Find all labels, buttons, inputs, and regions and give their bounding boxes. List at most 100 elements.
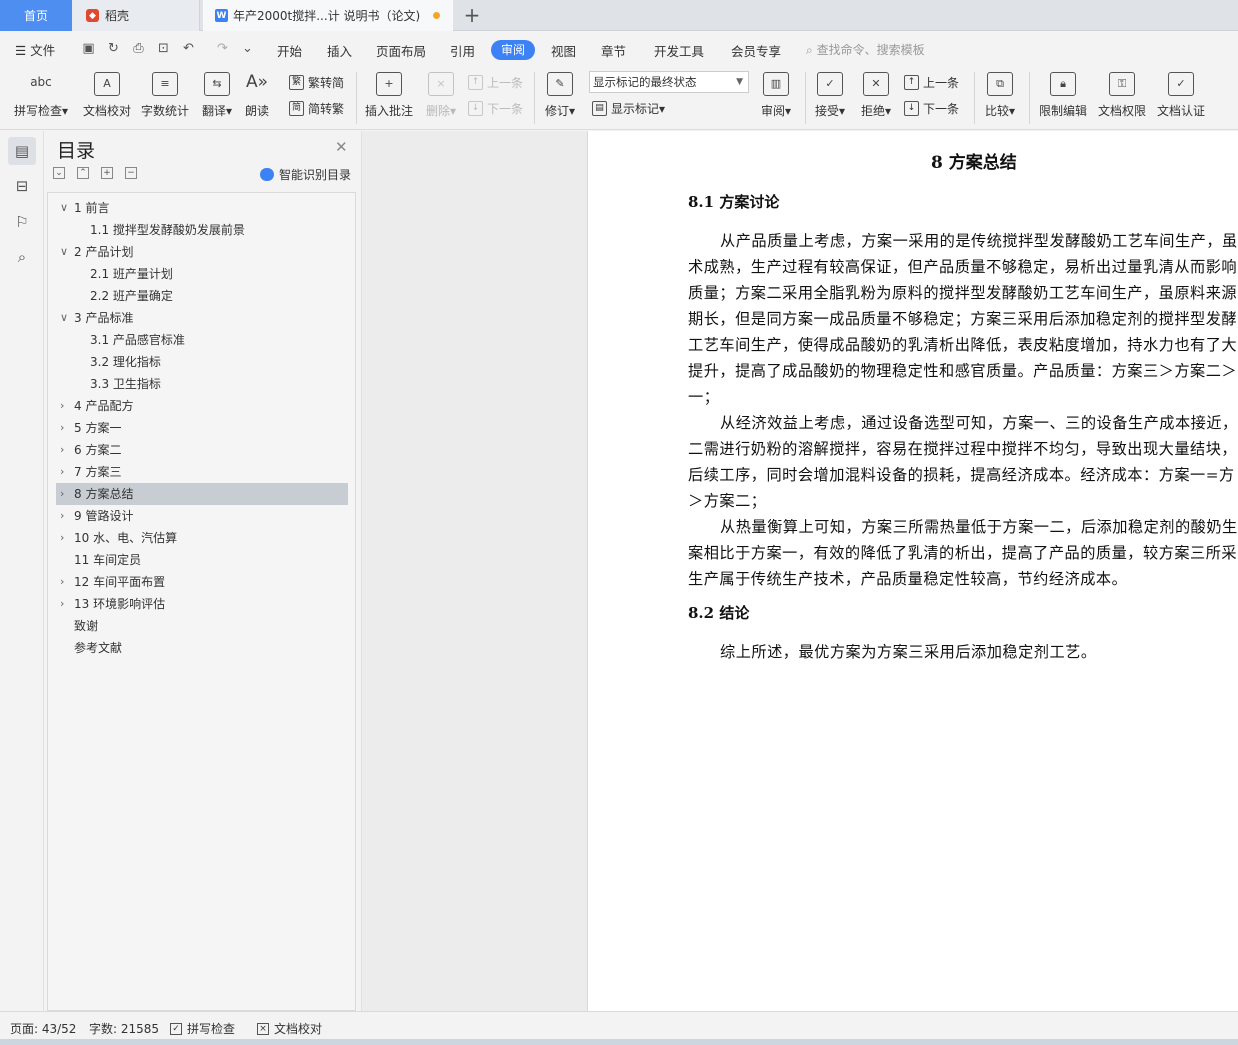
toc-item[interactable]: › 5 方案一 [48,417,348,439]
toc-item[interactable]: 参考文献 [48,637,348,659]
menu-insert[interactable]: 插入 [327,41,352,60]
delete-comment-button[interactable]: × 删除▾ [423,72,459,119]
chevron-right-icon[interactable]: › [60,395,70,417]
collapse-all-icon[interactable]: ⌄ [53,167,65,179]
toc-panel-icon[interactable]: ▤ [8,137,36,165]
revise-button[interactable]: ✎ 修订▾ [541,72,579,119]
toc-item[interactable]: › 7 方案三 [48,461,348,483]
print-preview-icon[interactable]: ⊡ [156,41,171,56]
chevron-right-icon[interactable]: › [60,571,70,593]
remove-level-icon[interactable]: − [125,167,137,179]
smart-toc-button[interactable]: 智能识别目录 [260,166,351,183]
menu-layout[interactable]: 页面布局 [376,41,426,60]
menu-member[interactable]: 会员专享 [731,41,781,60]
menu-review-active[interactable]: 审阅 [491,40,535,60]
toc-item[interactable]: ∨ 3 产品标准 [48,307,348,329]
toc-item[interactable]: › 9 管路设计 [48,505,348,527]
to-traditional-button[interactable]: 繁 繁转简 [289,74,344,91]
chapter-nav-icon[interactable]: ⊟ [8,172,36,200]
word-count-label: 字数统计 [140,104,189,118]
undo-icon[interactable]: ↶ [181,41,196,56]
toc-item[interactable]: › 10 水、电、汽估算 [48,527,348,549]
menu-view[interactable]: 视图 [551,41,576,60]
doc-auth-button[interactable]: ✓ 文档认证 [1155,72,1207,119]
accept-label: 接受 [814,104,839,118]
markup-state-select[interactable]: 显示标记的最终状态 ▼ [589,71,749,93]
tab-doke-label: 稻壳 [105,9,130,23]
command-search[interactable]: ⌕ 查找命令、搜索模板 [806,41,925,58]
save-icon[interactable]: ▣ [81,41,96,56]
chevron-down-icon[interactable]: ∨ [60,197,70,219]
quick-access-more-icon[interactable]: ⌄ [240,41,255,56]
menu-references[interactable]: 引用 [450,41,475,60]
chevron-right-icon[interactable]: › [60,593,70,615]
next-change-label: 下一条 [923,102,960,116]
toc-item[interactable]: › 13 环境影响评估 [48,593,348,615]
chevron-right-icon[interactable]: › [60,461,70,483]
translate-button[interactable]: ⇆ 翻译▾ [198,72,236,119]
next-change-button[interactable]: ↓ 下一条 [904,100,959,117]
review-pane-button[interactable]: ▥ 审阅▾ [758,72,794,119]
toc-item[interactable]: › 12 车间平面布置 [48,571,348,593]
accept-button[interactable]: ✓ 接受▾ [812,72,848,119]
toc-item[interactable]: 致谢 [48,615,348,637]
toc-item-label: 9 管路设计 [74,509,134,523]
toc-item[interactable]: › 8 方案总结 [56,483,348,505]
word-count-indicator[interactable]: 字数: 21585 [89,1020,159,1037]
paragraph-line: ＞方案二； [688,492,767,510]
toc-item[interactable]: 3.3 卫生指标 [48,373,348,395]
toc-item[interactable]: 11 车间定员 [48,549,348,571]
menu-chapter[interactable]: 章节 [601,41,626,60]
restrict-edit-button[interactable]: 🔒︎ 限制编辑 [1037,72,1089,119]
toc-item[interactable]: ∨ 2 产品计划 [48,241,348,263]
add-level-icon[interactable]: + [101,167,113,179]
chevron-down-icon[interactable]: ∨ [60,307,70,329]
prev-comment-button[interactable]: ↑ 上一条 [468,74,523,91]
reject-button[interactable]: ✕ 拒绝▾ [858,72,894,119]
chevron-right-icon[interactable]: › [60,439,70,461]
chevron-right-icon[interactable]: › [60,483,70,505]
tab-document[interactable]: W 年产2000t搅拌...计 说明书（论文) [203,0,453,31]
chevron-right-icon[interactable]: › [60,417,70,439]
to-simplified-button[interactable]: 简 简转繁 [289,100,344,117]
redo-icon[interactable]: ↷ [215,41,230,56]
chevron-right-icon[interactable]: › [60,505,70,527]
insert-comment-button[interactable]: + 插入批注 [363,72,415,119]
chevron-right-icon[interactable]: › [60,527,70,549]
prev-change-button[interactable]: ↑ 上一条 [904,74,959,91]
toc-item[interactable]: › 4 产品配方 [48,395,348,417]
status-spell-check[interactable]: ✓ 拼写检查 [170,1020,235,1037]
compare-button[interactable]: ⧉ 比较▾ [982,72,1018,119]
find-icon[interactable]: ⌕ [8,243,36,271]
page-indicator[interactable]: 页面: 43/52 [10,1020,76,1037]
read-aloud-button[interactable]: A» 朗读 [242,72,272,119]
close-icon[interactable]: ✕ [335,138,348,156]
toc-item[interactable]: ∨ 1 前言 [48,197,348,219]
file-menu[interactable]: ☰ 文件 [15,40,55,59]
tab-doke[interactable]: ◆ 稻壳 [72,0,200,31]
next-comment-button[interactable]: ↓ 下一条 [468,100,523,117]
export-icon[interactable]: ↻ [106,41,121,56]
toc-item[interactable]: › 6 方案二 [48,439,348,461]
toc-item[interactable]: 2.1 班产量计划 [48,263,348,285]
bookmark-icon[interactable]: ⚐ [8,208,36,236]
toc-item[interactable]: 3.2 理化指标 [48,351,348,373]
document-page[interactable]: 8 方案总结 8.1 方案讨论 从产品质量上考虑，方案一采用的是传统搅拌型发酵酸… [587,131,1238,1011]
toc-item[interactable]: 1.1 搅拌型发酵酸奶发展前景 [48,219,348,241]
toc-item[interactable]: 2.2 班产量确定 [48,285,348,307]
doc-proof-button[interactable]: A 文档校对 [80,72,134,119]
word-count-button[interactable]: ≡ 字数统计 [139,72,191,119]
expand-up-icon[interactable]: ⌃ [77,167,89,179]
new-tab-button[interactable]: + [462,3,482,27]
tab-home[interactable]: 首页 [0,0,72,31]
status-doc-proof[interactable]: × 文档校对 [257,1020,322,1037]
doc-permission-button[interactable]: ⚿ 文档权限 [1096,72,1148,119]
reject-label: 拒绝 [860,104,885,118]
menu-developer[interactable]: 开发工具 [654,41,704,60]
spell-check-button[interactable]: abc 拼写检查▾ [11,72,71,119]
menu-home[interactable]: 开始 [277,41,302,60]
show-markup-button[interactable]: ▤ 显示标记 ▾ [592,100,665,117]
toc-item[interactable]: 3.1 产品感官标准 [48,329,348,351]
print-icon[interactable]: ⎙ [131,41,146,56]
chevron-down-icon[interactable]: ∨ [60,241,70,263]
